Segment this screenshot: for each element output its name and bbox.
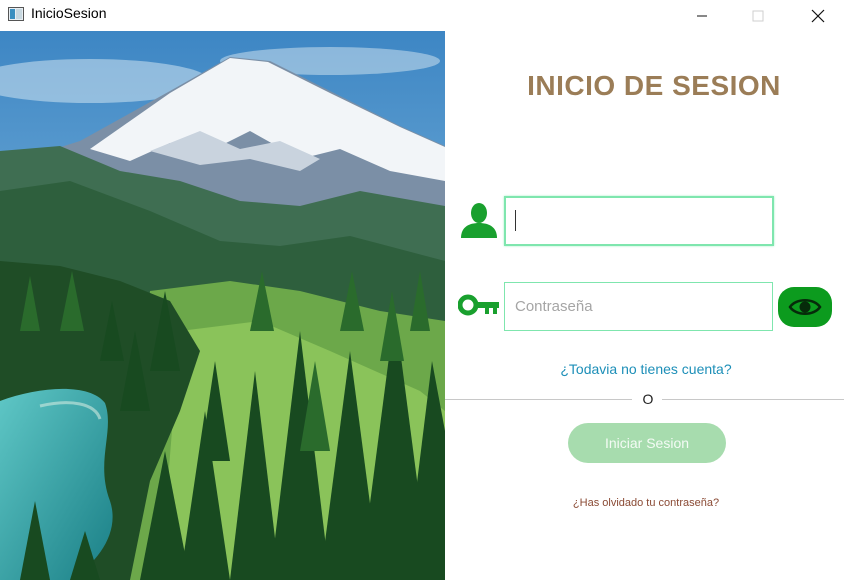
divider-line-left [445, 399, 632, 400]
title-bar: InicioSesion [0, 0, 844, 31]
minimize-button[interactable] [679, 0, 725, 31]
maximize-button[interactable] [735, 0, 781, 31]
password-input[interactable] [505, 283, 772, 330]
close-button[interactable] [795, 0, 841, 31]
divider-text: O [642, 391, 654, 407]
close-icon [811, 9, 825, 22]
login-button[interactable]: Iniciar Sesion [568, 423, 726, 463]
signup-link[interactable]: ¿Todavia no tienes cuenta? [445, 361, 844, 377]
username-field[interactable] [504, 196, 774, 246]
login-window: InicioSesion INICIO DE SESION ¿Todavia n… [0, 0, 844, 580]
maximize-icon [752, 10, 764, 21]
page-title: INICIO DE SESION [527, 70, 781, 101]
key-icon [458, 294, 499, 316]
window-title: InicioSesion [31, 5, 107, 21]
forgot-password-link[interactable]: ¿Has olvidado tu contraseña? [445, 497, 844, 509]
eye-icon [788, 299, 822, 315]
username-input[interactable] [506, 198, 772, 244]
toggle-password-visibility-button[interactable] [778, 287, 832, 327]
mountain-landscape-image [0, 31, 445, 580]
app-window-icon [8, 7, 24, 21]
minimize-icon [697, 15, 707, 16]
divider-line-right [662, 399, 844, 400]
text-caret [515, 210, 516, 231]
password-field[interactable] [504, 282, 773, 331]
user-icon [461, 203, 497, 238]
